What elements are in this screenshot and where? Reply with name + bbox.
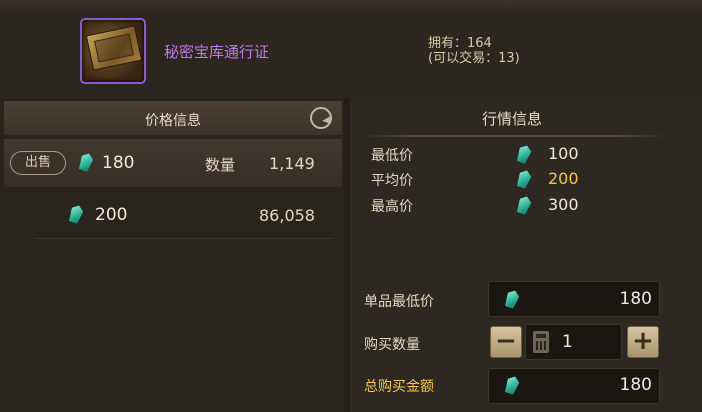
unit-min-price-value: 180 <box>619 289 652 309</box>
avg-price-label: 平均价 <box>371 173 413 189</box>
total-amount-value: 180 <box>619 375 652 395</box>
max-price-label: 最高价 <box>371 199 413 215</box>
unit-min-price-label: 单品最低价 <box>364 294 434 310</box>
avg-price-value: 200 <box>548 169 579 188</box>
min-price-label: 最低价 <box>371 148 413 164</box>
row-divider <box>34 238 334 239</box>
owned-total: 拥有：164 <box>428 36 492 51</box>
total-amount-label: 总购买金额 <box>364 379 434 395</box>
row-quantity: 1,149 <box>269 154 315 173</box>
refresh-icon[interactable] <box>310 107 332 129</box>
row-price[interactable]: 200 <box>95 205 127 225</box>
market-title-divider <box>362 135 668 137</box>
row-price: 180 <box>102 153 135 173</box>
owned-count: 拥有：164 (可以交易：13) <box>428 36 520 66</box>
calculator-icon[interactable] <box>533 331 549 353</box>
purchase-qty-label: 购买数量 <box>364 337 420 353</box>
sell-button[interactable]: 出售 <box>10 151 66 175</box>
owned-tradable: (可以交易：13) <box>428 51 520 66</box>
decrease-qty-button[interactable]: − <box>490 326 522 358</box>
price-info-title: 价格信息 <box>145 113 201 129</box>
purchase-qty-value[interactable]: 1 <box>562 332 573 352</box>
min-price-value: 100 <box>548 144 579 163</box>
market-info-title: 行情信息 <box>481 110 542 128</box>
row-qty-label: 数量 <box>205 156 236 174</box>
increase-qty-button[interactable]: + <box>627 326 659 358</box>
max-price-value: 300 <box>548 195 579 214</box>
item-name: 秘密宝库通行证 <box>164 43 270 61</box>
row-quantity: 86,058 <box>259 206 315 225</box>
